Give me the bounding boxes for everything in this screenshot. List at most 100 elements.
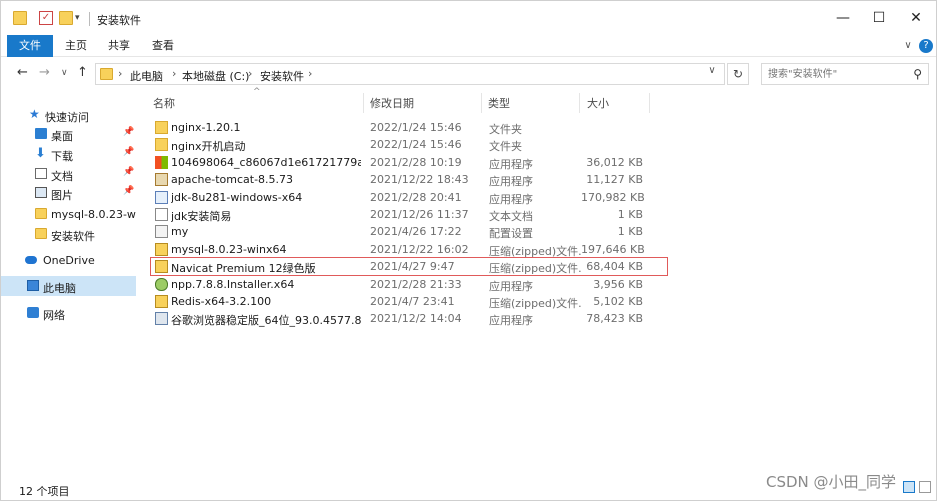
file-date: 2022/1/24 15:46 xyxy=(370,121,462,134)
nav-item-label: 此电脑 xyxy=(43,282,76,295)
tab-share[interactable]: 共享 xyxy=(102,35,136,57)
pin-icon: 📌 xyxy=(123,147,135,157)
nav-item-network[interactable]: 网络 xyxy=(1,303,136,323)
file-type: 应用程序 xyxy=(489,314,533,328)
properties-icon[interactable]: ✓ xyxy=(39,11,53,25)
up-icon[interactable]: ↑ xyxy=(77,65,88,80)
folder-icon xyxy=(155,138,168,152)
nav-item-desktop[interactable]: 桌面 📌 xyxy=(1,124,136,144)
nav-item-this-pc[interactable]: 此电脑 xyxy=(1,276,136,296)
file-size: 197,646 KB xyxy=(581,242,645,256)
nav-item-label: 桌面 xyxy=(51,130,73,143)
file-row[interactable]: jdk-8u281-windows-x64 2021/2/28 20:41 应用程序… xyxy=(151,189,667,206)
nav-item-pictures[interactable]: 图片 📌 xyxy=(1,183,136,203)
file-name: jdk-8u281-windows-x64 xyxy=(171,190,303,204)
breadcrumb-install-software[interactable]: 安装软件 xyxy=(260,68,304,84)
new-folder-icon[interactable] xyxy=(59,11,73,25)
search-icon[interactable]: ⚲ xyxy=(913,67,922,81)
column-header-size[interactable]: 大小 xyxy=(587,95,609,111)
file-size: 1 KB xyxy=(617,225,643,239)
help-icon[interactable]: ? xyxy=(919,39,933,53)
zip-file-icon xyxy=(155,260,168,274)
column-divider[interactable] xyxy=(649,93,650,113)
column-divider[interactable] xyxy=(363,93,364,113)
address-bar[interactable]: › 此电脑 › 本地磁盘 (C:) › 安装软件 › xyxy=(95,63,725,85)
file-row[interactable]: Navicat Premium 12绿色版 2021/4/27 9:47 压缩(zi… xyxy=(150,257,668,277)
forward-icon[interactable]: → xyxy=(39,65,50,80)
file-type: 应用程序 xyxy=(489,192,533,206)
search-input[interactable] xyxy=(768,67,903,82)
maximize-button[interactable]: ☐ xyxy=(861,5,897,31)
file-type: 文件夹 xyxy=(489,140,522,154)
zip-file-icon xyxy=(155,295,168,308)
file-row[interactable]: mysql-8.0.23-winx64 2021/12/22 16:02 压缩(zi… xyxy=(151,241,667,258)
ribbon-expand-icon[interactable]: ∨ xyxy=(901,35,915,57)
file-row[interactable]: 谷歌浏览器稳定版_64位_93.0.4577.82 2021/12/2 14:04… xyxy=(151,310,667,327)
file-date: 2021/12/22 18:43 xyxy=(370,173,469,187)
column-divider[interactable] xyxy=(579,93,580,113)
file-row[interactable]: jdk安装简易 2021/12/26 11:37 文本文档 1 KB xyxy=(151,206,667,223)
chevron-right-icon[interactable]: › xyxy=(172,67,176,80)
file-name: mysql-8.0.23-winx64 xyxy=(171,242,287,256)
text-file-icon xyxy=(155,208,168,221)
file-date: 2021/12/26 11:37 xyxy=(370,208,469,221)
file-name: 104698064_c86067d1e61721779a234... xyxy=(171,155,361,169)
column-header-date[interactable]: 修改日期 xyxy=(370,95,414,111)
recent-locations-icon[interactable]: ∨ xyxy=(61,68,68,78)
nav-item-onedrive[interactable]: OneDrive xyxy=(1,250,136,270)
nav-item-quick-access[interactable]: ★ 快速访问 xyxy=(1,105,136,125)
file-row[interactable]: apache-tomcat-8.5.73 2021/12/22 18:43 应用程序… xyxy=(151,171,667,188)
search-box[interactable]: ⚲ xyxy=(761,63,929,85)
file-date: 2021/4/26 17:22 xyxy=(370,225,462,239)
file-row[interactable]: 104698064_c86067d1e61721779a234... 2021/2… xyxy=(151,154,667,171)
breadcrumb-local-disk[interactable]: 本地磁盘 (C:) xyxy=(182,68,249,84)
nav-item-mysql[interactable]: mysql-8.0.23-winx xyxy=(1,204,136,224)
nav-item-label: mysql-8.0.23-winx xyxy=(51,208,136,221)
file-row[interactable]: npp.7.8.8.Installer.x64 2021/2/28 21:33 应用… xyxy=(151,276,667,293)
nav-item-downloads[interactable]: ⬇ 下载 📌 xyxy=(1,144,136,164)
file-name: jdk安装简易 xyxy=(171,210,232,223)
file-date: 2021/12/2 14:04 xyxy=(370,312,462,326)
file-name: apache-tomcat-8.5.73 xyxy=(171,173,294,187)
cloud-icon xyxy=(25,256,37,264)
explorer-window: ✓ ▾ 安装软件 — ☐ ✕ 文件 主页 共享 查看 ∨ ? ← → ∨ ↑ ›… xyxy=(0,0,937,501)
folder-icon xyxy=(100,68,113,80)
nav-item-documents[interactable]: 文档 📌 xyxy=(1,164,136,184)
chevron-right-icon[interactable]: › xyxy=(308,67,312,80)
file-row[interactable]: nginx-1.20.1 2022/1/24 15:46 文件夹 xyxy=(151,119,667,136)
documents-icon xyxy=(35,168,47,179)
download-icon: ⬇ xyxy=(35,146,46,161)
chevron-right-icon[interactable]: › xyxy=(118,67,122,80)
navigation-pane: ★ 快速访问 桌面 📌 ⬇ 下载 📌 文档 📌 图片 📌 mysql-8.0.2… xyxy=(1,93,141,473)
pictures-icon xyxy=(35,187,47,198)
pin-icon: 📌 xyxy=(123,127,135,137)
tab-file[interactable]: 文件 xyxy=(7,35,53,57)
column-divider[interactable] xyxy=(481,93,482,113)
details-view-icon[interactable] xyxy=(903,481,915,493)
column-header-type[interactable]: 类型 xyxy=(488,95,510,111)
file-type: 应用程序 xyxy=(489,175,533,189)
large-icons-view-icon[interactable] xyxy=(919,481,931,493)
close-button[interactable]: ✕ xyxy=(898,5,934,31)
tab-home[interactable]: 主页 xyxy=(59,35,93,57)
file-row[interactable]: nginx开机启动 2022/1/24 15:46 文件夹 xyxy=(151,136,667,153)
file-date: 2021/2/28 10:19 xyxy=(370,155,462,169)
file-name: nginx开机启动 xyxy=(171,140,246,154)
file-row[interactable]: Redis-x64-3.2.100 2021/4/7 23:41 压缩(zipped… xyxy=(151,293,667,310)
back-icon[interactable]: ← xyxy=(17,65,28,80)
chevron-right-icon[interactable]: › xyxy=(248,67,252,80)
column-header-name[interactable]: 名称 xyxy=(153,95,175,111)
breadcrumb-this-pc[interactable]: 此电脑 xyxy=(130,68,163,84)
file-name: Navicat Premium 12绿色版 xyxy=(171,262,316,276)
customize-quick-access-icon[interactable]: ▾ xyxy=(75,11,89,25)
minimize-button[interactable]: — xyxy=(825,5,861,31)
file-list: 名称 ^ 修改日期 类型 大小 nginx-1.20.1 2022/1/24 15… xyxy=(141,87,936,469)
address-dropdown-icon[interactable]: ∨ xyxy=(701,65,723,76)
file-date: 2021/12/22 16:02 xyxy=(370,242,469,256)
tab-view[interactable]: 查看 xyxy=(146,35,180,57)
watermark: CSDN @小田_同学 xyxy=(766,473,897,491)
refresh-icon[interactable]: ↻ xyxy=(727,63,749,85)
file-row[interactable]: my 2021/4/26 17:22 配置设置 1 KB xyxy=(151,223,667,240)
nav-item-install-software[interactable]: 安装软件 xyxy=(1,224,136,244)
nav-item-label: 图片 xyxy=(51,189,73,202)
